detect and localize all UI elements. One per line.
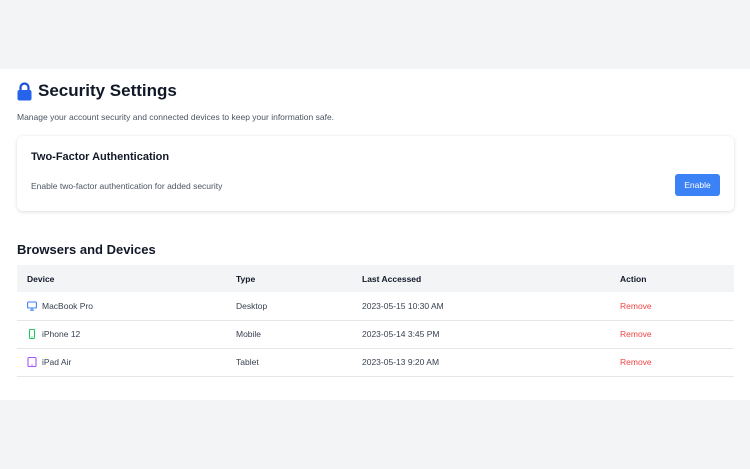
device-type: Desktop: [226, 292, 352, 321]
table-row: iPad Air Tablet 2023-05-13 9:20 AM Remov…: [17, 348, 734, 377]
enable-two-factor-button[interactable]: Enable: [675, 174, 720, 196]
mobile-icon: [28, 329, 36, 339]
security-settings-panel: Security Settings Manage your account se…: [0, 69, 750, 400]
device-cell: iPhone 12: [17, 320, 226, 349]
column-header-type: Type: [236, 273, 256, 284]
page-subtitle: Manage your account security and connect…: [17, 112, 335, 122]
remove-device-button[interactable]: Remove: [620, 357, 652, 367]
device-type: Mobile: [226, 320, 352, 349]
column-header-action: Action: [620, 273, 647, 284]
two-factor-title: Two-Factor Authentication: [31, 151, 170, 163]
action-cell: Remove: [610, 348, 734, 377]
device-name: iPhone 12: [42, 329, 81, 339]
tablet-icon: [27, 357, 37, 367]
table-row: MacBook Pro Desktop 2023-05-15 10:30 AM …: [17, 292, 734, 321]
action-cell: Remove: [610, 292, 734, 321]
devices-section-title: Browsers and Devices: [17, 242, 156, 257]
two-factor-description: Enable two-factor authentication for add…: [31, 181, 223, 191]
desktop-icon: [27, 301, 37, 311]
two-factor-card: Two-Factor Authentication Enable two-fac…: [17, 136, 734, 211]
device-type: Tablet: [226, 348, 352, 377]
device-cell: MacBook Pro: [17, 292, 226, 321]
device-name: iPad Air: [42, 357, 72, 367]
devices-table: Device Type Last Accessed Action MacBook…: [17, 265, 734, 377]
remove-device-button[interactable]: Remove: [620, 301, 652, 311]
device-cell: iPad Air: [17, 348, 226, 377]
page-title: Security Settings: [38, 81, 177, 100]
action-cell: Remove: [610, 320, 734, 349]
remove-device-button[interactable]: Remove: [620, 329, 652, 339]
last-accessed: 2023-05-13 9:20 AM: [352, 348, 610, 377]
column-header-device: Device: [27, 273, 55, 284]
lock-icon: [17, 81, 32, 100]
table-header-row: Device Type Last Accessed Action: [17, 265, 734, 292]
device-name: MacBook Pro: [42, 300, 94, 311]
last-accessed: 2023-05-14 3:45 PM: [352, 320, 610, 349]
page-header: Security Settings: [17, 81, 734, 101]
table-row: iPhone 12 Mobile 2023-05-14 3:45 PM Remo…: [17, 320, 734, 349]
column-header-last-accessed: Last Accessed: [362, 273, 422, 284]
last-accessed: 2023-05-15 10:30 AM: [352, 292, 610, 321]
